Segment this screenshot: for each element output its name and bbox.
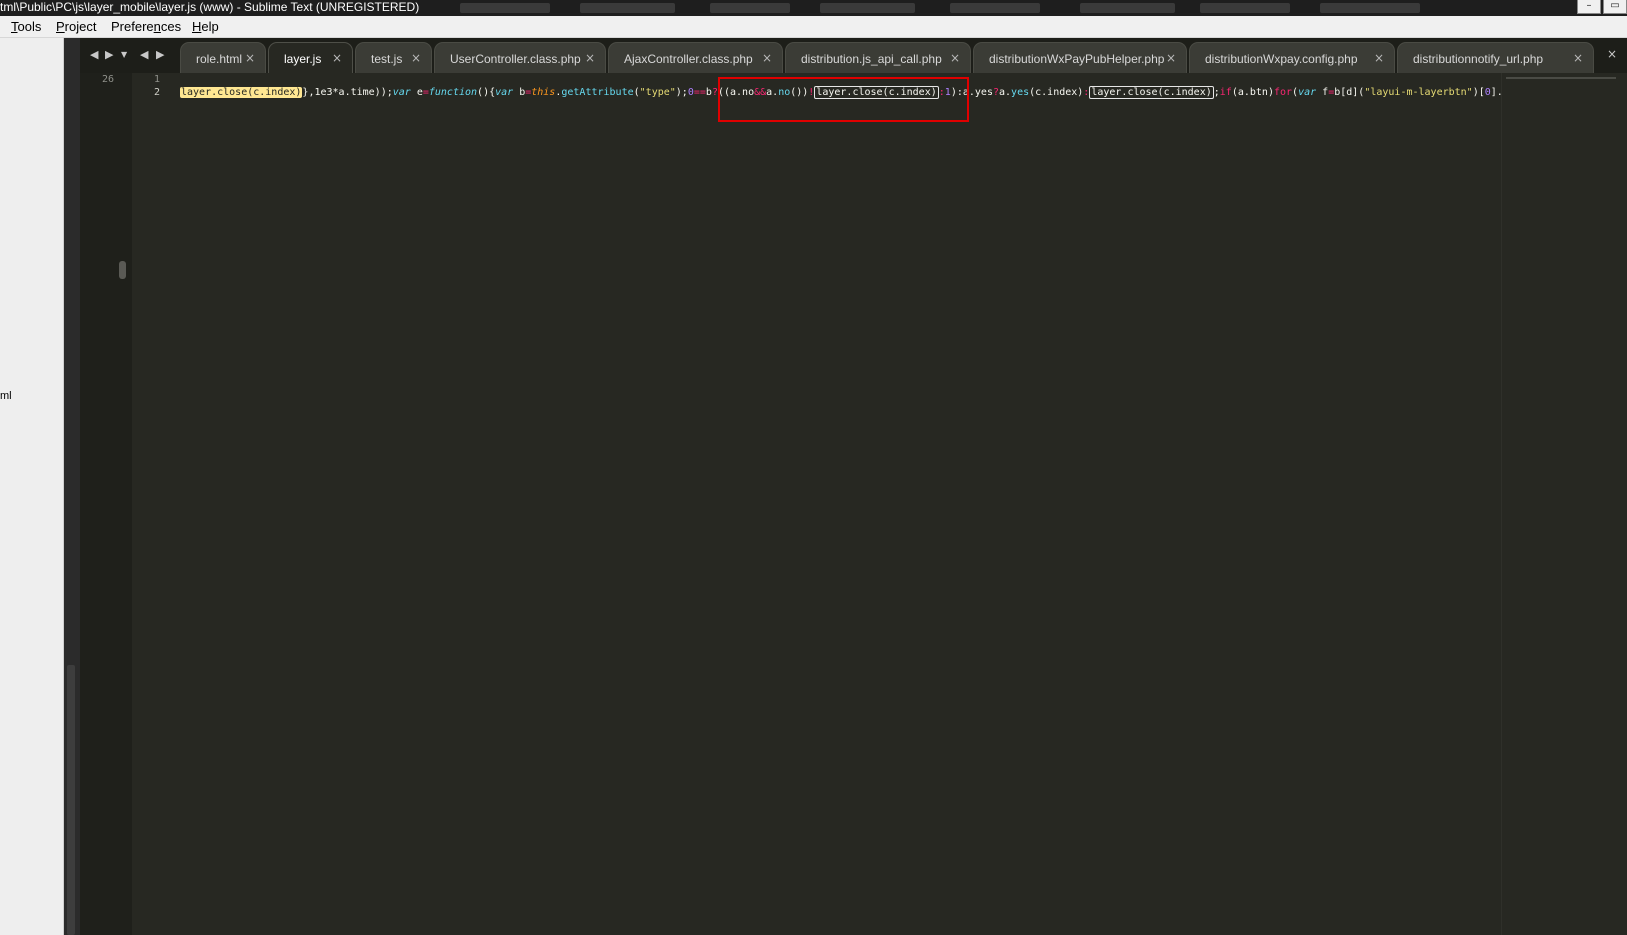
tab-distribution-wxpay-pub-helper[interactable]: distributionWxPayPubHelper.php × [973,42,1187,73]
tab-prev-icon[interactable]: ◀ [140,48,148,61]
red-annotation-box [718,77,969,122]
tab-distribution-notify-url[interactable]: distributionnotify_url.php × [1397,42,1594,73]
scroll-marker[interactable] [119,261,126,279]
close-icon[interactable]: × [411,51,421,65]
faded-tab [1200,3,1290,13]
close-icon[interactable]: × [1607,47,1617,61]
close-icon[interactable]: × [1166,51,1176,65]
close-icon[interactable]: × [245,51,255,65]
minimize-button[interactable]: – [1577,0,1601,14]
line-gutter: 1 2 [132,73,180,935]
outer-gutter: 26 [80,73,132,935]
faded-tab [580,3,675,13]
close-icon[interactable]: × [1374,51,1384,65]
tab-distribution-wxpay-config[interactable]: distributionWxpay.config.php × [1189,42,1395,73]
background-browser-tabs [460,1,1527,15]
tab-ajax-controller[interactable]: AjaxController.class.php × [608,42,783,73]
tab-forward-icon[interactable]: ▶ [105,48,113,61]
close-icon[interactable]: × [1573,51,1583,65]
tab-back-icon[interactable]: ◀ [90,48,98,61]
sidebar-file-item[interactable]: ml [0,390,12,402]
find-match-highlight: layer.close(c.index) [180,87,303,98]
tab-menu-icon[interactable]: ▼ [121,50,127,59]
faded-tab [460,3,550,13]
close-icon[interactable]: × [950,51,960,65]
line-number: 2 [153,87,160,98]
window-title: tml\Public\PC\js\layer_mobile\layer.js (… [0,0,420,14]
side-bar: ml [0,38,64,935]
close-icon[interactable]: × [762,51,772,65]
line-number: 26 [101,74,114,85]
tab-role-html[interactable]: role.html × [180,42,266,73]
menu-help[interactable]: Help [192,19,219,35]
faded-tab [1080,3,1175,13]
code-editor[interactable]: layer.close(c.index)},1e3*a.time));var e… [180,73,1501,935]
tab-bar: ◀ ▶ ▼ ◀ ▶ role.html × layer.js × test.js… [80,38,1627,73]
minimap-line [1506,77,1616,79]
faded-tab [1320,3,1420,13]
find-match-outline: layer.close(c.index) [1089,86,1214,99]
minimap[interactable] [1501,73,1627,935]
tab-next-icon[interactable]: ▶ [156,48,164,61]
menu-tools[interactable]: Tools [11,19,41,35]
faded-tab [710,3,790,13]
close-icon[interactable]: × [585,51,595,65]
menu-bar: Tools Project Preferences Help [0,16,1627,38]
tab-user-controller[interactable]: UserController.class.php × [434,42,606,73]
line-number: 1 [153,74,160,85]
sidebar-scrollbar[interactable] [67,665,75,935]
faded-tab [820,3,915,13]
menu-project[interactable]: Project [56,19,96,35]
tab-distribution-js-api-call[interactable]: distribution.js_api_call.php × [785,42,971,73]
faded-tab [950,3,1040,13]
tab-layer-js[interactable]: layer.js × [268,42,353,73]
maximize-button[interactable]: ▭ [1603,0,1627,14]
menu-preferences[interactable]: Preferences [111,19,181,35]
window-controls: – ▭ [1577,0,1627,16]
title-bar: tml\Public\PC\js\layer_mobile\layer.js (… [0,0,1627,16]
close-icon[interactable]: × [332,51,342,65]
tab-test-js[interactable]: test.js × [355,42,432,73]
